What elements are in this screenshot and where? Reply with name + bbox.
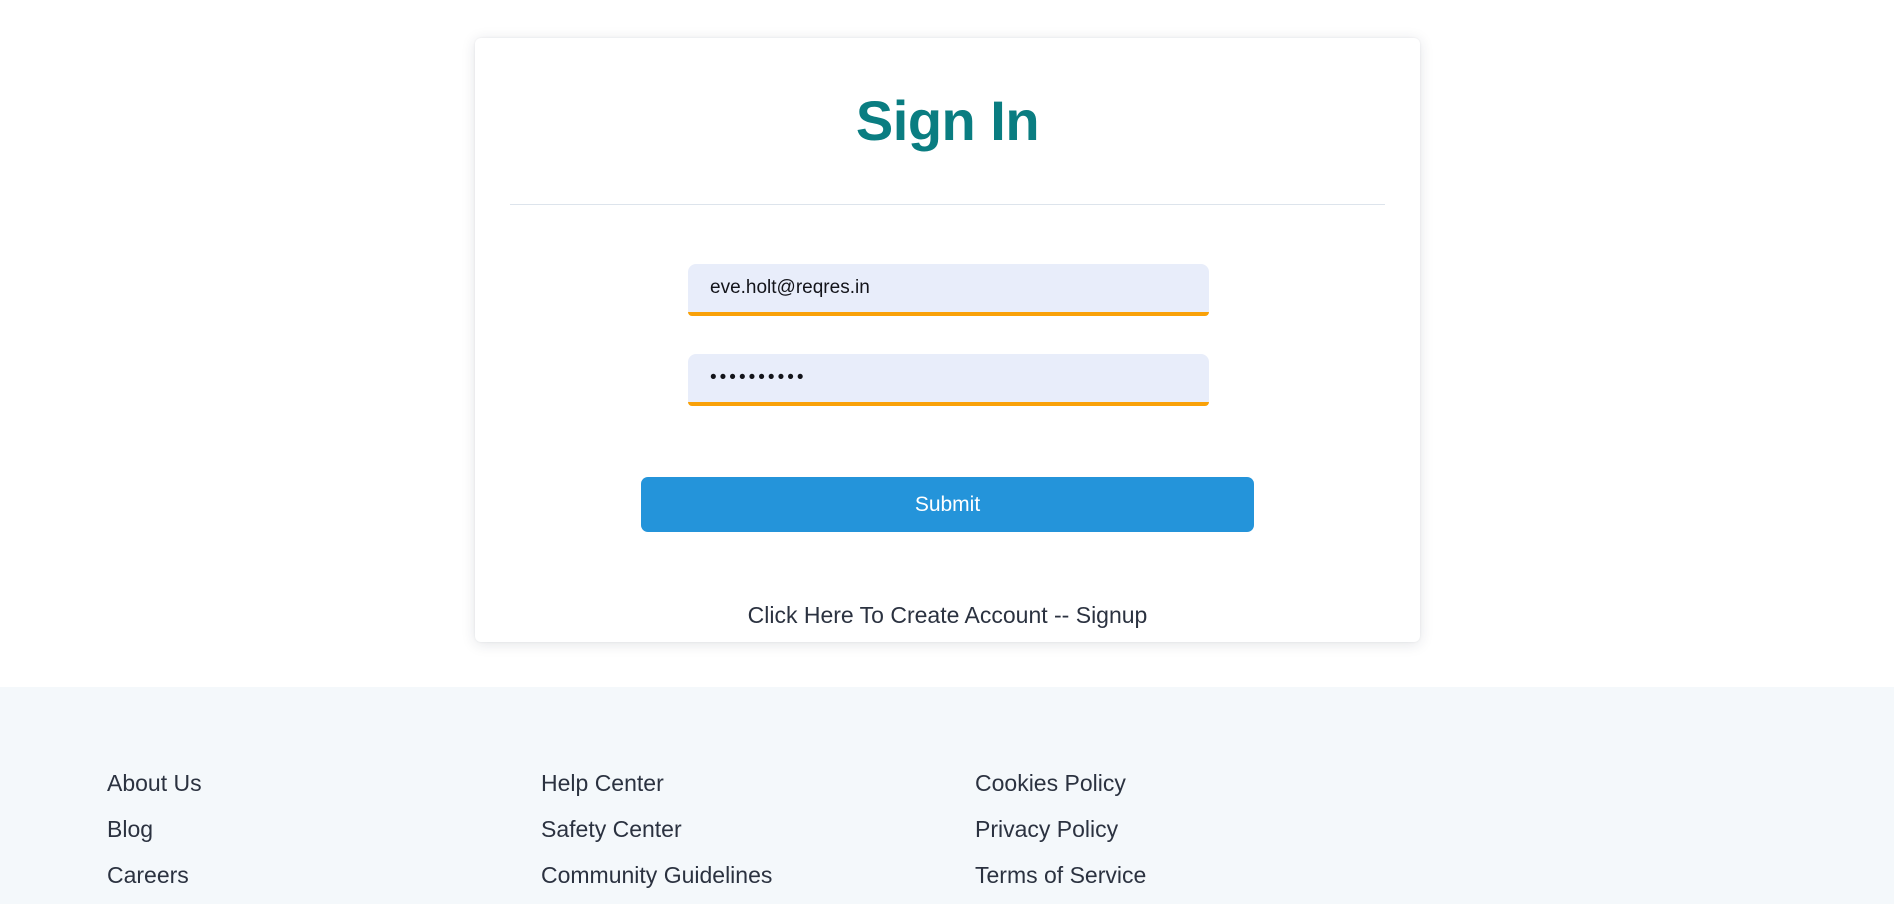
submit-button[interactable]: Submit [641,477,1254,532]
footer-link-terms-of-service[interactable]: Terms of Service [975,864,1146,887]
sign-in-card: Sign In Submit Click Here To Create Acco… [475,38,1420,642]
footer-link-community-guidelines[interactable]: Community Guidelines [541,864,772,887]
signup-link[interactable]: Click Here To Create Account -- Signup [475,602,1420,629]
footer-column-1: About Us Blog Careers [107,772,541,887]
footer-link-privacy-policy[interactable]: Privacy Policy [975,818,1118,841]
page-title: Sign In [855,89,1040,152]
footer-link-safety-center[interactable]: Safety Center [541,818,682,841]
footer-column-2: Help Center Safety Center Community Guid… [541,772,975,887]
footer-link-about-us[interactable]: About Us [107,772,202,795]
footer-link-careers[interactable]: Careers [107,864,189,887]
email-input[interactable] [688,264,1209,316]
footer-column-3: Cookies Policy Privacy Policy Terms of S… [975,772,1409,887]
footer-link-cookies-policy[interactable]: Cookies Policy [975,772,1126,795]
footer-columns: About Us Blog Careers Help Center Safety… [107,772,1409,887]
footer-link-help-center[interactable]: Help Center [541,772,664,795]
page-root: Sign In Submit Click Here To Create Acco… [0,0,1894,904]
footer-link-blog[interactable]: Blog [107,818,153,841]
site-footer: About Us Blog Careers Help Center Safety… [0,687,1894,904]
divider [510,204,1385,205]
email-field-wrapper [688,264,1209,316]
password-field-wrapper [688,354,1209,406]
password-input[interactable] [688,354,1209,406]
